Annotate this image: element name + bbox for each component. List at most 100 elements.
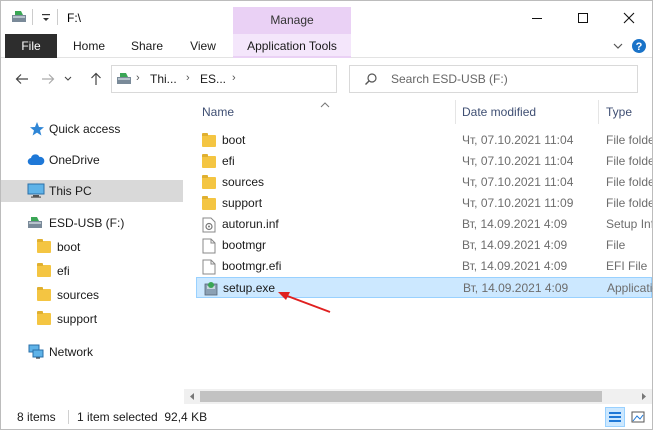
address-bar[interactable]: › Thi... › ES... ›	[111, 65, 439, 93]
nav-item-label: OneDrive	[49, 153, 100, 167]
expand-ribbon-button[interactable]	[610, 38, 626, 54]
column-divider[interactable]	[455, 100, 456, 124]
folder-icon	[202, 196, 216, 213]
file-name: efi	[222, 154, 235, 168]
breadcrumb-this-pc[interactable]: Thi...	[150, 72, 177, 86]
file-name: bootmgr.efi	[222, 259, 282, 273]
file-name: bootmgr	[222, 238, 267, 252]
nav-item-network[interactable]: Network	[1, 341, 183, 363]
close-button[interactable]	[606, 1, 652, 34]
search-box[interactable]: Search ESD-USB (F:)	[349, 65, 638, 93]
nav-item-boot[interactable]: boot	[1, 236, 183, 258]
back-button[interactable]	[11, 68, 33, 90]
details-view-icon	[609, 412, 621, 422]
minimize-icon	[532, 17, 542, 19]
breadcrumb-separator: ›	[136, 72, 140, 84]
file-row[interactable]: setup.exe Вт, 14.09.2021 4:09 Application	[196, 277, 653, 300]
search-icon	[364, 72, 378, 89]
status-bar: 8 items 1 item selected 92,4 KB	[1, 404, 652, 429]
file-date-modified: Чт, 07.10.2021 11:04	[462, 133, 574, 147]
maximize-icon	[578, 12, 588, 23]
tab-application-tools[interactable]: Application Tools	[233, 34, 351, 58]
forward-button[interactable]	[37, 68, 59, 90]
file-row[interactable]: bootmgr Вт, 14.09.2021 4:09 File	[196, 235, 652, 256]
nav-item-sources[interactable]: sources	[1, 284, 183, 306]
file-row[interactable]: bootmgr.efi Вт, 14.09.2021 4:09 EFI File	[196, 256, 652, 277]
explorer-window: F:\ Manage File Home Share View Applicat…	[0, 0, 653, 430]
nav-item-quick-access[interactable]: Quick access	[1, 118, 183, 140]
drive-icon	[116, 71, 132, 90]
maximize-button[interactable]	[560, 1, 606, 34]
svg-text:?: ?	[636, 41, 643, 53]
setup-info-file-icon	[202, 217, 216, 236]
file-type: Setup Information	[606, 217, 652, 231]
large-icons-view-button[interactable]	[628, 407, 648, 427]
file-type: File folder	[606, 196, 652, 210]
app-drive-icon[interactable]	[11, 9, 27, 28]
file-name: sources	[222, 175, 265, 189]
nav-item-onedrive[interactable]: OneDrive	[1, 149, 183, 171]
folder-icon	[202, 133, 216, 150]
arrow-right-icon	[42, 74, 55, 84]
column-divider[interactable]	[598, 100, 599, 124]
details-view-button[interactable]	[605, 407, 625, 427]
file-type: File folder	[606, 154, 652, 168]
title-bar: F:\ Manage	[1, 1, 652, 34]
folder-icon	[37, 311, 51, 328]
file-type: EFI File	[606, 259, 648, 273]
file-name: boot	[222, 133, 246, 147]
minimize-button[interactable]	[514, 1, 560, 34]
folder-icon	[202, 175, 216, 192]
scroll-right-icon	[642, 393, 646, 400]
tab-view[interactable]: View	[183, 34, 223, 58]
search-placeholder: Search ESD-USB (F:)	[391, 72, 508, 86]
file-row[interactable]: boot Чт, 07.10.2021 11:04 File folder	[196, 130, 652, 151]
file-row[interactable]: support Чт, 07.10.2021 11:09 File folder	[196, 193, 652, 214]
column-header-name[interactable]: Name	[202, 98, 452, 126]
tab-share[interactable]: Share	[125, 34, 169, 58]
star-icon	[29, 121, 45, 140]
status-divider	[68, 410, 69, 424]
large-icons-view-icon	[631, 411, 645, 423]
recent-locations-button[interactable]	[61, 68, 75, 90]
file-name: autorun.inf	[222, 217, 279, 231]
folder-icon	[37, 239, 51, 256]
file-date-modified: Вт, 14.09.2021 4:09	[462, 238, 568, 252]
help-button[interactable]: ?	[631, 38, 647, 54]
file-row[interactable]: autorun.inf Вт, 14.09.2021 4:09 Setup Info…	[196, 214, 652, 235]
file-row[interactable]: sources Чт, 07.10.2021 11:04 File folder	[196, 172, 652, 193]
nav-item-this-pc[interactable]: This PC	[1, 180, 183, 202]
drive-icon	[27, 215, 43, 234]
file-date-modified: Вт, 14.09.2021 4:09	[462, 259, 568, 273]
up-button[interactable]	[85, 68, 107, 90]
status-selection: 1 item selected 92,4 KB	[77, 410, 208, 424]
file-type: File folder	[606, 175, 652, 189]
setup-app-icon	[203, 281, 219, 300]
navigation-pane: Quick access OneDrive This PC ESD-USB (F…	[1, 98, 183, 404]
horizontal-scrollbar[interactable]	[184, 389, 652, 404]
nav-item-esd-usb[interactable]: ESD-USB (F:)	[1, 212, 183, 234]
file-date-modified: Вт, 14.09.2021 4:09	[463, 281, 569, 295]
nav-item-label: ESD-USB (F:)	[49, 216, 125, 230]
file-date-modified: Чт, 07.10.2021 11:04	[462, 154, 574, 168]
nav-item-label: This PC	[49, 184, 92, 198]
file-name: support	[222, 196, 263, 210]
breadcrumb-esd-usb[interactable]: ES...	[200, 72, 226, 86]
file-row[interactable]: efi Чт, 07.10.2021 11:04 File folder	[196, 151, 652, 172]
column-header-date[interactable]: Date modified	[462, 98, 592, 126]
nav-item-label: Quick access	[49, 122, 121, 136]
file-date-modified: Вт, 14.09.2021 4:09	[462, 217, 568, 231]
scrollbar-thumb[interactable]	[200, 391, 602, 402]
folder-icon	[202, 154, 216, 171]
quick-access-dropdown-icon[interactable]	[41, 10, 51, 27]
column-header-type[interactable]: Type	[606, 98, 652, 126]
nav-item-label: efi	[57, 264, 70, 278]
nav-item-efi[interactable]: efi	[1, 260, 183, 282]
tab-home[interactable]: Home	[67, 34, 111, 58]
nav-item-support[interactable]: support	[1, 308, 183, 330]
tab-file[interactable]: File	[5, 34, 57, 58]
nav-item-label: sources	[57, 288, 100, 302]
arrow-up-icon	[91, 72, 101, 85]
file-date-modified: Чт, 07.10.2021 11:04	[462, 175, 574, 189]
file-name: setup.exe	[223, 281, 276, 295]
